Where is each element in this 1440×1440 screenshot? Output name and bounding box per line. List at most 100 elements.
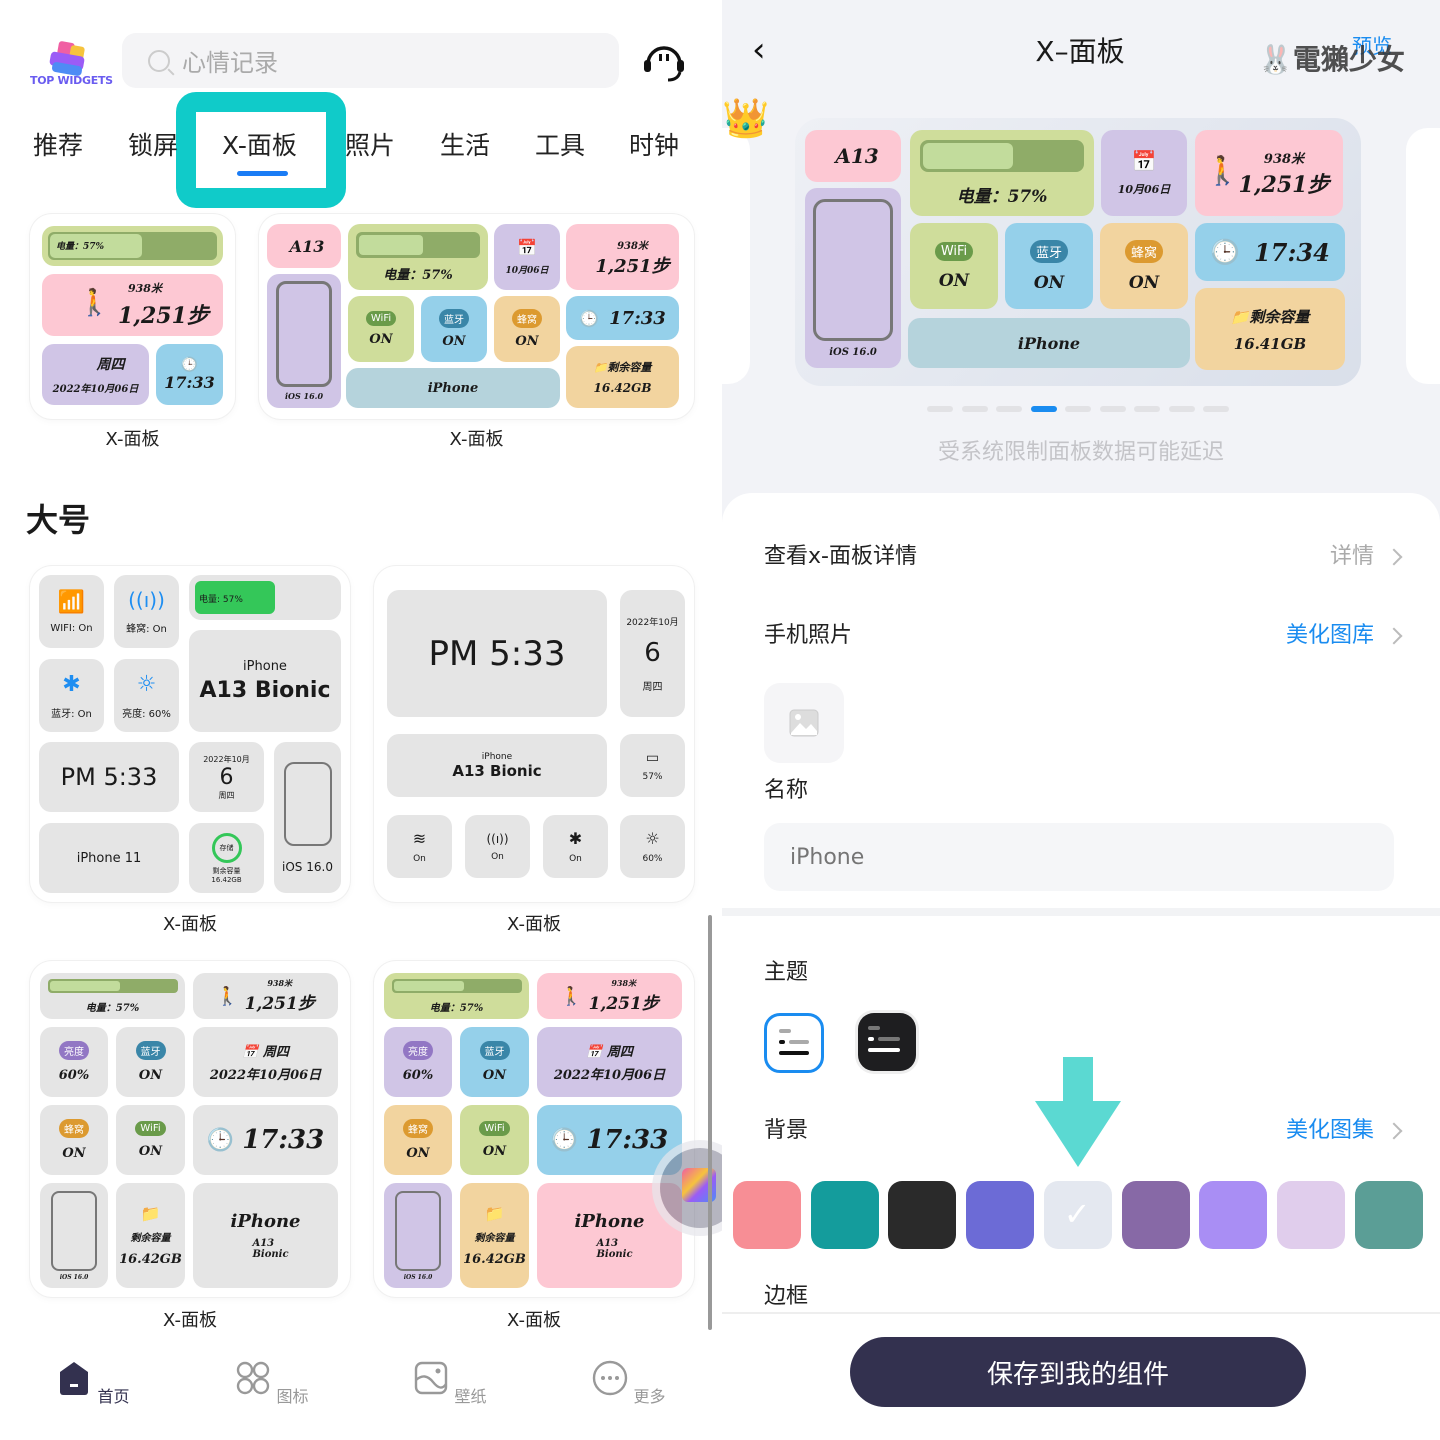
chevron-right-icon xyxy=(1385,548,1403,566)
bluetooth-tile: 蓝牙 ON xyxy=(460,1027,529,1097)
tab-photos[interactable]: 照片 xyxy=(345,126,395,162)
phone-tile: iOS 16.0 xyxy=(274,742,341,893)
theme-dark-option[interactable] xyxy=(858,1013,916,1071)
date: 2022年10月06日 xyxy=(553,1068,666,1083)
walking-icon: 🚶 xyxy=(78,288,111,318)
scrollbar[interactable] xyxy=(708,915,712,1330)
storage-value: 16.42GB xyxy=(463,1252,526,1267)
grid-icon xyxy=(237,1361,270,1395)
os-version: iOS 16.0 xyxy=(403,1273,433,1281)
battery-tile: 电量: 57% xyxy=(189,575,341,620)
battery-tile: 电量：57% xyxy=(384,973,529,1019)
widget-card-large-1[interactable]: 📶 WIFI: On ((ı)) 蜂窝: On 电量: 57% ✱ 蓝牙: On ☼ 亮… xyxy=(30,566,350,902)
page-dot[interactable] xyxy=(961,406,988,412)
page-dot[interactable] xyxy=(996,406,1022,412)
steps-distance: 938米 xyxy=(1263,151,1305,167)
wifi-status: ON xyxy=(369,332,393,347)
page-dot[interactable] xyxy=(1134,406,1160,412)
wifi-status: WIFI: On xyxy=(50,622,93,634)
background-swatch[interactable] xyxy=(1199,1181,1268,1249)
chip-text: A13 xyxy=(596,1238,619,1249)
weekday-row: 📅 周四 xyxy=(242,1041,289,1060)
widget-card-large-3[interactable]: 电量：57% 🚶 938米 1,251步 亮度 60% 蓝牙 ON 📅 周四 2022年1… xyxy=(30,961,350,1297)
search-input[interactable]: 心情记录 xyxy=(122,33,619,88)
page-dot[interactable] xyxy=(1099,406,1126,412)
background-gallery-link[interactable]: 美化图集 xyxy=(1200,1112,1403,1144)
battery-text: 电量：57% xyxy=(85,1002,140,1014)
customer-service-icon[interactable] xyxy=(640,38,688,84)
chip-text: A13 xyxy=(289,236,325,256)
clock-tile: 🕒 17:33 xyxy=(537,1105,682,1175)
gallery-link[interactable]: 美化图库 xyxy=(1200,617,1403,649)
background-swatch[interactable] xyxy=(733,1181,801,1249)
next-widget-peek[interactable] xyxy=(1406,128,1440,384)
bluetooth-badge: 蓝牙 xyxy=(135,1041,166,1060)
nav-home[interactable]: 首页 xyxy=(48,1360,138,1407)
prev-widget-peek[interactable] xyxy=(722,128,750,384)
background-swatch[interactable] xyxy=(810,1181,879,1249)
model-tile: iPhone 11 xyxy=(39,823,179,893)
tab-tools[interactable]: 工具 xyxy=(535,126,585,162)
photo-picker[interactable] xyxy=(764,683,844,763)
page-dot[interactable] xyxy=(1030,406,1057,412)
background-swatch[interactable]: ✓ xyxy=(1043,1181,1112,1249)
details-link[interactable]: 详情 xyxy=(1200,538,1403,570)
widget-card-medium-1[interactable]: A13 iOS 16.0 电量：57% 📅 10月06日 938米 1,251步… xyxy=(259,214,694,419)
steps-tile: 🚶 938米 1,251步 xyxy=(537,973,682,1019)
page-dot[interactable] xyxy=(1065,406,1091,412)
sun-icon: ☼ xyxy=(645,829,660,848)
wifi-badge: WiFi xyxy=(365,311,397,326)
widget-card-large-2[interactable]: PM 5:33 2022年10月 6 周四 iPhone A13 Bionic ▭ 5… xyxy=(374,566,694,902)
widget-card-large-4[interactable]: 电量：57% 🚶 938米 1,251步 亮度 60% 蓝牙 ON 📅 周四 2022年1… xyxy=(374,961,694,1297)
date-tile: 📅 10月06日 xyxy=(494,224,560,290)
widget-card-small-1[interactable]: 电量：57% 🚶 938米 1,251步 周四 2022年10月06日 🕒 17… xyxy=(30,214,235,419)
steps-count: 1,251步 xyxy=(118,303,209,329)
storage-tile: 📁 剩余容量 16.42GB xyxy=(116,1183,185,1288)
page-dot[interactable] xyxy=(927,406,953,412)
background-swatch[interactable] xyxy=(888,1181,957,1249)
nav-wallpaper[interactable]: 壁纸 xyxy=(405,1360,495,1407)
tab-recommend[interactable]: 推荐 xyxy=(33,126,83,162)
time: 17:33 xyxy=(242,1125,325,1155)
theme-label: 主题 xyxy=(764,960,809,985)
active-tab-indicator xyxy=(237,171,288,176)
time: PM 5:33 xyxy=(60,763,158,791)
page-dot[interactable] xyxy=(1203,406,1229,412)
background-swatch[interactable] xyxy=(966,1181,1035,1249)
cellular-status: ON xyxy=(1128,272,1160,293)
background-label: 背景 xyxy=(764,1118,809,1143)
phone-outline-icon xyxy=(276,281,332,387)
theme-light-option[interactable] xyxy=(764,1013,824,1073)
nav-icons[interactable]: 图标 xyxy=(227,1360,317,1407)
tab-life[interactable]: 生活 xyxy=(440,126,490,162)
background-swatch[interactable] xyxy=(1121,1181,1190,1249)
tab-x-panel[interactable]: X-面板 xyxy=(222,126,297,162)
bluetooth-status: ON xyxy=(442,334,466,349)
page-dot[interactable] xyxy=(1168,406,1195,412)
details-row-label: 查看x-面板详情 xyxy=(764,544,917,569)
name-input[interactable] xyxy=(764,823,1394,891)
watermark: 🐰電獺少女 xyxy=(1258,38,1405,78)
back-button[interactable]: ‹ xyxy=(752,30,766,70)
image-placeholder-icon xyxy=(789,709,819,737)
search-placeholder: 心情记录 xyxy=(182,49,278,77)
background-swatch[interactable] xyxy=(1276,1181,1345,1249)
phone-tile: iOS 16.0 xyxy=(384,1183,452,1288)
save-to-my-widgets-button[interactable]: 保存到我的组件 xyxy=(850,1337,1306,1407)
nav-more[interactable]: 更多 xyxy=(584,1360,674,1407)
cellular-tile: ((ı)) 蜂窝: On xyxy=(114,575,179,648)
logo-text: TOP WIDGETS xyxy=(30,74,113,87)
clock-tile: 🕒 17:33 xyxy=(566,296,679,340)
wifi-status: ON xyxy=(938,270,970,291)
category-tabs: 推荐 锁屏 X-面板 照片 生活 工具 时钟 xyxy=(0,120,720,170)
time: PM 5:33 xyxy=(428,633,566,674)
tab-lockscreen[interactable]: 锁屏 xyxy=(128,126,178,162)
tab-clock[interactable]: 时钟 xyxy=(629,126,679,162)
background-swatch[interactable] xyxy=(1354,1181,1423,1249)
battery-text: 电量：57% xyxy=(956,186,1048,207)
bluetooth-tile: ✱ 蓝牙: On xyxy=(39,659,104,732)
annotation-arrow-icon xyxy=(1035,1057,1121,1167)
os-version: iOS 16.0 xyxy=(284,391,324,401)
photo-row-label: 手机照片 xyxy=(764,623,853,648)
day: 6 xyxy=(644,637,661,668)
